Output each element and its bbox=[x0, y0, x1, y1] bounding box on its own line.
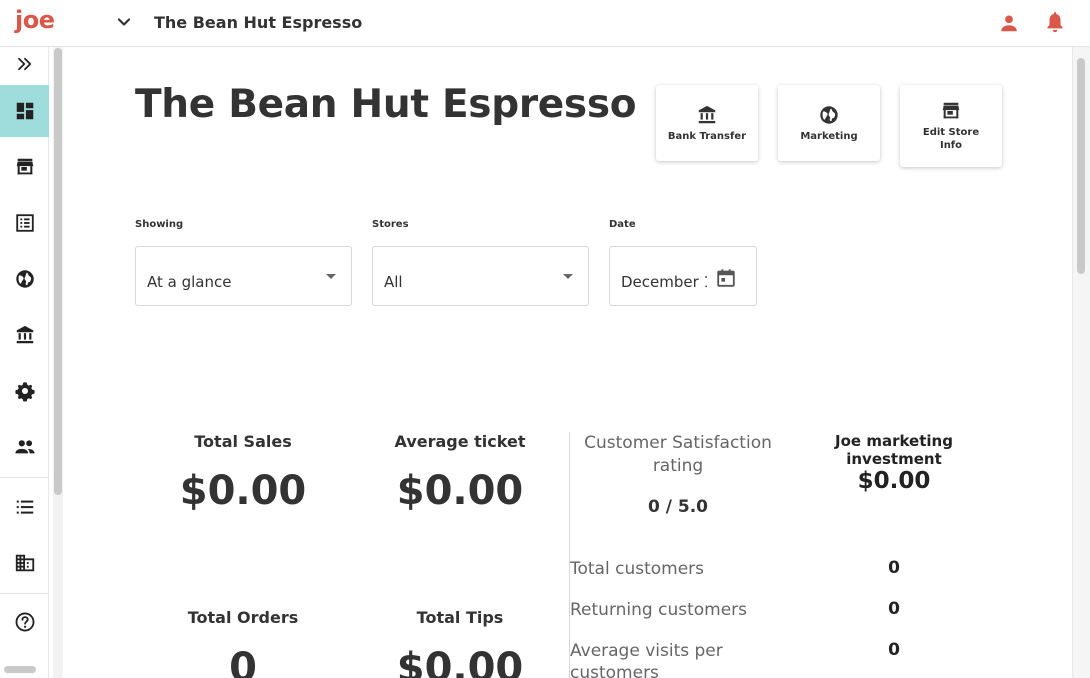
dashboard-icon bbox=[16, 102, 33, 120]
edit-store-info-button[interactable]: Edit Store Info bbox=[900, 85, 1002, 167]
list-icon bbox=[16, 500, 33, 514]
showing-label: Showing bbox=[135, 219, 184, 230]
total-sales-label: Total Sales bbox=[194, 432, 292, 451]
total-orders-value: 0 bbox=[229, 645, 257, 678]
sidebar-item-marketing[interactable] bbox=[0, 253, 49, 305]
store-icon bbox=[942, 102, 960, 119]
returning-customers-label: Returning customers bbox=[570, 600, 748, 620]
bank-icon bbox=[16, 325, 33, 344]
sidebar-item-company[interactable] bbox=[0, 537, 49, 589]
bank-transfer-label: Bank Transfer bbox=[667, 130, 747, 142]
calendar-icon[interactable] bbox=[715, 267, 737, 289]
date-value: December 1 bbox=[621, 273, 707, 291]
date-field[interactable]: December 1 bbox=[609, 246, 757, 306]
bank-icon bbox=[698, 105, 716, 123]
bell-icon[interactable] bbox=[1044, 11, 1066, 35]
date-label: Date bbox=[609, 219, 636, 230]
average-ticket-label: Average ticket bbox=[394, 432, 526, 451]
caret-down-icon bbox=[563, 274, 573, 279]
bank-transfer-button[interactable]: Bank Transfer bbox=[656, 85, 758, 161]
store-selector[interactable]: The Bean Hut Espresso bbox=[154, 13, 362, 32]
receipt-list-icon bbox=[15, 214, 34, 232]
returning-customers-value: 0 bbox=[888, 599, 900, 619]
main-scrollbar-thumb[interactable] bbox=[1077, 58, 1085, 274]
showing-select[interactable]: At a glance bbox=[135, 246, 352, 306]
total-orders-label: Total Orders bbox=[187, 608, 299, 627]
total-customers-label: Total customers bbox=[570, 559, 705, 579]
sidebar-item-settings[interactable] bbox=[0, 365, 49, 417]
globe-icon bbox=[820, 105, 838, 124]
building-icon bbox=[15, 554, 34, 572]
marketing-investment-value: $0.00 bbox=[857, 468, 931, 494]
total-customers-value: 0 bbox=[888, 558, 900, 578]
top-bar: joe The Bean Hut Espresso bbox=[0, 0, 1090, 47]
sidebar-item-team[interactable] bbox=[0, 421, 49, 473]
globe-icon bbox=[15, 270, 34, 288]
marketing-button[interactable]: Marketing bbox=[778, 85, 880, 161]
people-icon bbox=[14, 440, 35, 454]
average-visits-label: Average visits per customers bbox=[570, 641, 723, 678]
customer-satisfaction-value: 0 / 5.0 bbox=[648, 497, 708, 517]
stores-value: All bbox=[384, 273, 403, 291]
sidebar-item-list[interactable] bbox=[0, 481, 49, 533]
double-chevron-right-icon bbox=[17, 57, 31, 71]
showing-value: At a glance bbox=[147, 273, 232, 291]
store-icon bbox=[16, 158, 33, 175]
sidebar bbox=[0, 47, 49, 678]
sidebar-item-help[interactable] bbox=[0, 596, 49, 648]
average-ticket-value: $0.00 bbox=[396, 468, 524, 514]
caret-down-icon bbox=[326, 274, 336, 279]
sidebar-item-orders[interactable] bbox=[0, 197, 49, 249]
sidebar-item-bank[interactable] bbox=[0, 309, 49, 361]
app-window: joe The Bean Hut Espresso The Bean Hut E… bbox=[0, 0, 1090, 678]
help-icon bbox=[15, 612, 34, 632]
sidebar-expand-button[interactable] bbox=[0, 47, 49, 81]
sidebar-item-store[interactable] bbox=[0, 141, 49, 193]
total-sales-value: $0.00 bbox=[179, 468, 307, 514]
marketing-label: Marketing bbox=[800, 130, 858, 142]
customer-satisfaction-label: Customer Satisfaction rating bbox=[584, 433, 772, 476]
sidebar-scrollbar-thumb[interactable] bbox=[54, 48, 62, 495]
user-icon[interactable] bbox=[998, 12, 1020, 34]
sidebar-divider bbox=[0, 477, 49, 478]
stores-select[interactable]: All bbox=[372, 246, 589, 306]
joe-logo[interactable]: joe bbox=[15, 6, 55, 34]
total-tips-value: $0.00 bbox=[396, 645, 524, 678]
stores-label: Stores bbox=[372, 219, 409, 230]
marketing-investment-label: Joe marketing investment bbox=[835, 432, 953, 468]
chevron-down-icon[interactable] bbox=[114, 12, 134, 32]
page-title: The Bean Hut Espresso bbox=[135, 82, 637, 127]
gear-icon bbox=[14, 382, 35, 402]
total-tips-label: Total Tips bbox=[416, 608, 504, 627]
sidebar-item-dashboard[interactable] bbox=[0, 85, 49, 137]
sidebar-divider bbox=[0, 593, 49, 594]
edit-store-info-label: Edit Store Info bbox=[922, 127, 980, 151]
average-visits-value: 0 bbox=[888, 640, 900, 660]
horizontal-scrollbar-thumb[interactable] bbox=[4, 666, 36, 673]
